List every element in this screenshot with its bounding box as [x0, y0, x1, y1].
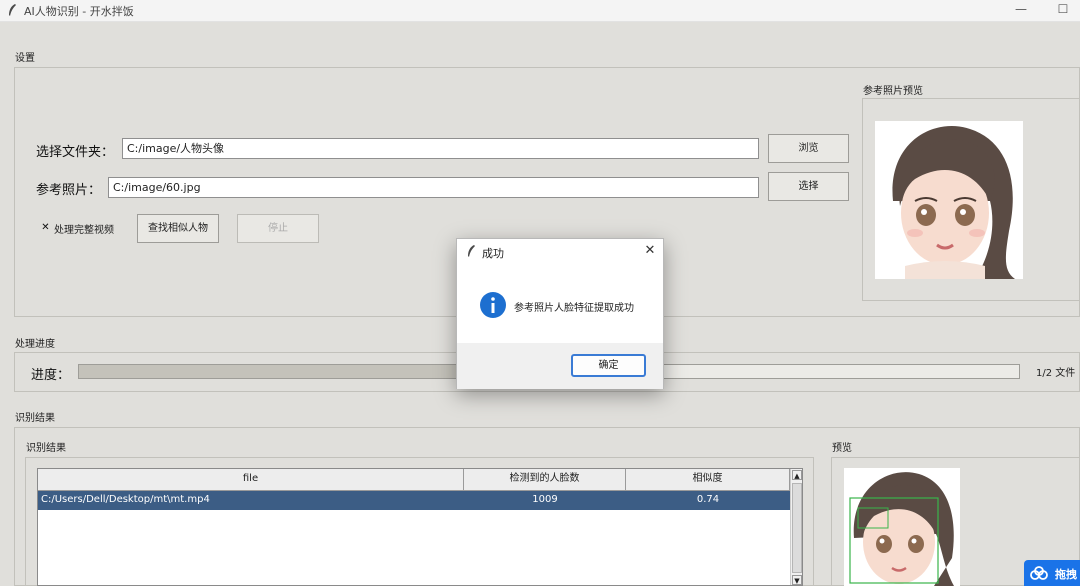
dialog-footer: 确定 [457, 343, 663, 389]
drag-badge-label: 拖拽 [1055, 568, 1077, 581]
maximize-icon: ☐ [1057, 2, 1069, 16]
cell-file: C:/Users/Dell/Desktop/mt\mt.mp4 [41, 494, 210, 505]
table-row[interactable]: C:/Users/Dell/Desktop/mt\mt.mp4 1009 0.7… [38, 491, 790, 510]
ref-preview-label: 参考照片预览 [863, 86, 923, 97]
find-similar-button[interactable]: 查找相似人物 [137, 214, 219, 243]
ok-button[interactable]: 确定 [571, 354, 646, 377]
cloud-icon [1030, 566, 1048, 580]
close-icon: ✕ [644, 243, 656, 258]
ref-photo-input[interactable]: C:/image/60.jpg [108, 177, 759, 198]
results-section-label: 识别结果 [15, 413, 55, 424]
full-video-checkbox[interactable]: ✕ [40, 222, 51, 233]
column-header-similarity[interactable]: 相似度 [626, 469, 790, 491]
folder-input[interactable]: C:/image/人物头像 [122, 138, 759, 159]
ref-photo-label: 参考照片： [36, 183, 102, 198]
column-header-file[interactable]: file [38, 469, 464, 491]
info-icon [480, 292, 506, 318]
progress-count: 1/2 文件 [1036, 368, 1076, 379]
reference-photo [875, 121, 1023, 279]
stop-button[interactable]: 停止 [237, 214, 319, 243]
window-title: AI人物识别 - 开水拌饭 [24, 5, 134, 18]
title-bar: AI人物识别 - 开水拌饭 — ☐ [0, 0, 1080, 22]
success-dialog: 成功 ✕ 参考照片人脸特征提取成功 确定 [456, 238, 664, 389]
cell-similarity: 0.74 [696, 494, 720, 505]
drag-badge[interactable]: 拖拽 [1024, 560, 1080, 586]
dialog-message: 参考照片人脸特征提取成功 [514, 303, 634, 314]
select-button[interactable]: 选择 [768, 172, 849, 201]
settings-section-label: 设置 [15, 53, 35, 64]
scroll-down-icon[interactable]: ▼ [792, 575, 802, 585]
browse-button[interactable]: 浏览 [768, 134, 849, 163]
scrollbar-thumb[interactable] [792, 483, 802, 573]
progress-section-label: 处理进度 [15, 339, 55, 350]
folder-label: 选择文件夹： [36, 145, 115, 160]
results-table[interactable]: file 检测到的人脸数 相似度 C:/Users/Dell/Desktop/m… [37, 468, 803, 586]
results-inner-label: 识别结果 [26, 443, 66, 454]
progress-label: 进度： [31, 368, 71, 383]
table-scrollbar[interactable]: ▲ ▼ [790, 469, 802, 585]
maximize-button[interactable]: ☐ [1048, 0, 1078, 22]
dialog-title: 成功 [482, 247, 504, 260]
feather-icon [468, 245, 475, 257]
cell-faces: 1009 [532, 494, 558, 505]
minimize-button[interactable]: — [1006, 0, 1036, 22]
column-header-faces[interactable]: 检测到的人脸数 [464, 469, 626, 491]
minimize-icon: — [1015, 2, 1027, 16]
full-video-label: 处理完整视频 [54, 225, 114, 236]
feather-icon [9, 4, 16, 16]
preview-photo [844, 468, 960, 586]
dialog-close-button[interactable]: ✕ [639, 241, 661, 261]
preview-label: 预览 [832, 443, 852, 454]
scroll-up-icon[interactable]: ▲ [792, 470, 802, 480]
dialog-body: 参考照片人脸特征提取成功 [457, 265, 663, 343]
